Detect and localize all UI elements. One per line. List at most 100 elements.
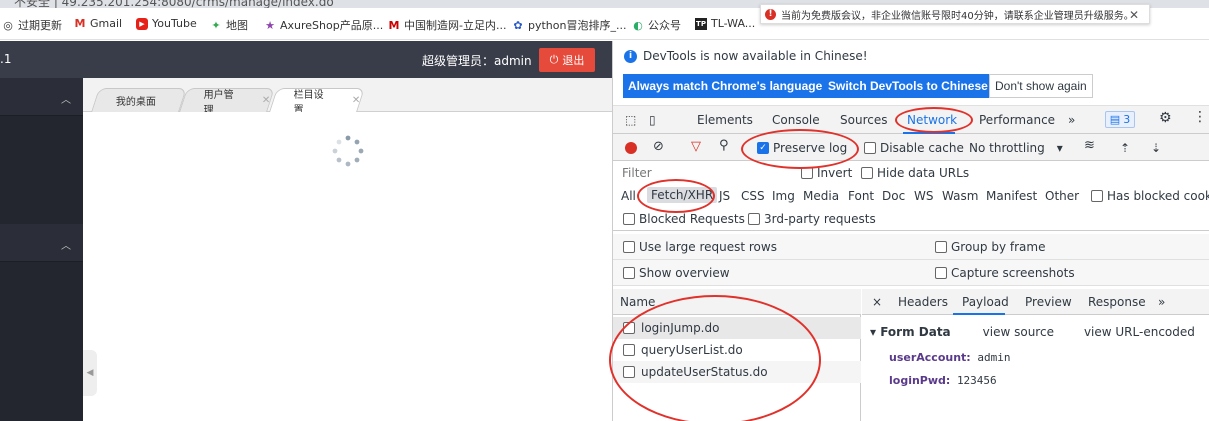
bookmark-item[interactable]: M Gmail <box>74 17 123 30</box>
field-value: 123456 <box>956 374 997 387</box>
tab-elements[interactable]: Elements <box>697 113 753 127</box>
has-blocked-cookies-checkbox[interactable]: Has blocked cooki <box>1091 189 1209 203</box>
export-har-icon[interactable]: ⇣ <box>1151 141 1161 155</box>
logout-label: 退出 <box>562 55 585 67</box>
sidebar-collapse-handle[interactable]: ◀ <box>83 350 97 396</box>
capture-screenshots-checkbox[interactable]: Capture screenshots <box>935 266 1075 280</box>
switch-chinese-button[interactable]: Switch DevTools to Chinese <box>823 74 993 98</box>
field-key: loginPwd: <box>889 374 951 387</box>
document-icon <box>623 366 635 378</box>
group-by-frame-label: Group by frame <box>951 240 1046 254</box>
show-overview-checkbox[interactable]: Show overview <box>623 266 730 280</box>
sidebar-menu-group[interactable]: ︿ <box>0 78 83 116</box>
name-column-header[interactable]: Name <box>613 289 861 315</box>
tab-headers[interactable]: Headers <box>898 295 948 309</box>
search-icon[interactable]: ⚲ <box>719 138 729 153</box>
inspect-icon[interactable]: ⬚ <box>625 113 636 127</box>
bookmark-label: Gmail <box>90 17 123 30</box>
type-img[interactable]: Img <box>772 189 795 203</box>
tab-desktop[interactable]: 我的桌面 <box>91 88 187 112</box>
close-icon[interactable]: ✕ <box>1129 8 1139 22</box>
bookmark-item[interactable]: ✦ 地图 <box>210 17 248 33</box>
sidebar-menu-group[interactable]: ︿ <box>0 224 83 262</box>
bookmark-item[interactable]: ◐ 公众号 <box>632 17 681 33</box>
tab-user-management[interactable]: 用户管理 ✕ <box>179 88 275 116</box>
type-all[interactable]: All <box>621 189 636 203</box>
view-source-link[interactable]: view source <box>983 325 1054 339</box>
import-har-icon[interactable]: ⇡ <box>1120 141 1130 155</box>
tplink-icon: TP <box>695 17 707 30</box>
group-by-frame-checkbox[interactable]: Group by frame <box>935 240 1045 254</box>
url-text: 不安全 | 49.235.201.254:8080/crms/manage/in… <box>14 0 334 8</box>
bookmark-label: TL-WA... <box>711 17 756 30</box>
content-area <box>83 112 612 421</box>
disable-cache-checkbox[interactable]: Disable cache <box>864 141 964 155</box>
large-rows-checkbox[interactable]: Use large request rows <box>623 240 777 254</box>
devtools-language-infobar: i DevTools is now available in Chinese! … <box>613 41 1209 106</box>
logout-button[interactable]: ⏻ 退出 <box>539 48 595 72</box>
network-conditions-icon[interactable]: ≋ <box>1084 138 1095 153</box>
throttling-value: No throttling <box>969 141 1045 155</box>
type-manifest[interactable]: Manifest <box>986 189 1037 203</box>
close-icon[interactable]: ✕ <box>351 95 359 106</box>
bookmark-item[interactable]: ✿ python冒泡排序_... <box>512 17 626 33</box>
youtube-icon: ▶ <box>136 17 148 30</box>
blocked-requests-checkbox[interactable]: Blocked Requests <box>623 212 745 226</box>
tab-response[interactable]: Response <box>1088 295 1146 309</box>
filter-row: Filter Invert Hide data URLs <box>613 161 1209 185</box>
device-toggle-icon[interactable]: ▯ <box>649 113 656 127</box>
hide-data-urls-checkbox[interactable]: Hide data URLs <box>861 166 969 180</box>
warning-icon: ! <box>765 8 776 20</box>
type-font[interactable]: Font <box>848 189 874 203</box>
settings-gear-icon[interactable]: ⚙ <box>1159 110 1172 126</box>
tab-network[interactable]: Network <box>907 113 957 127</box>
filter-input[interactable]: Filter <box>622 166 652 180</box>
request-row[interactable]: updateUserStatus.do <box>613 361 861 383</box>
record-icon[interactable] <box>625 142 637 154</box>
kebab-menu-icon[interactable]: ⋮ <box>1193 109 1207 125</box>
type-fetch-xhr[interactable]: Fetch/XHR <box>647 187 718 203</box>
bookmark-item[interactable]: ▶ YouTube <box>136 17 197 30</box>
form-data-title[interactable]: ▾ Form Data <box>870 325 951 339</box>
type-other[interactable]: Other <box>1045 189 1079 203</box>
throttling-select[interactable]: No throttling ▾ <box>969 141 1063 155</box>
page-tabbar: 我的桌面 用户管理 ✕ 栏目设置 ✕ <box>83 78 612 116</box>
more-tabs-icon[interactable]: » <box>1158 295 1165 309</box>
request-row[interactable]: queryUserList.do <box>613 339 861 361</box>
bookmark-item[interactable]: TP TL-WA... <box>695 17 755 30</box>
invert-checkbox[interactable]: Invert <box>801 166 852 180</box>
disable-cache-label: Disable cache <box>880 141 964 155</box>
more-tabs-icon[interactable]: » <box>1068 113 1075 127</box>
type-css[interactable]: CSS <box>741 189 765 203</box>
type-wasm[interactable]: Wasm <box>942 189 978 203</box>
issues-badge[interactable]: ▤ 3 <box>1105 111 1135 128</box>
close-detail-icon[interactable]: × <box>872 295 882 309</box>
bookmark-item[interactable]: M 中国制造网-立足内... <box>388 17 507 33</box>
network-toolbar: ⊘ ▽ ⚲ ✓ Preserve log Disable cache No th… <box>613 134 1209 161</box>
dont-show-again-button[interactable]: Don't show again <box>989 74 1093 98</box>
view-url-encoded-link[interactable]: view URL-encoded <box>1084 325 1195 339</box>
bookmark-label: 中国制造网-立足内... <box>404 19 507 32</box>
tab-payload[interactable]: Payload <box>962 295 1009 309</box>
tab-column-settings[interactable]: 栏目设置 ✕ <box>269 88 365 116</box>
type-ws[interactable]: WS <box>914 189 933 203</box>
preserve-log-checkbox[interactable]: ✓ Preserve log <box>757 141 847 155</box>
made-in-china-icon: M <box>388 18 400 32</box>
filter-icon[interactable]: ▽ <box>691 139 701 154</box>
close-icon[interactable]: ✕ <box>261 95 269 106</box>
third-party-checkbox[interactable]: 3rd-party requests <box>748 212 876 226</box>
clear-icon[interactable]: ⊘ <box>653 139 664 154</box>
match-language-button[interactable]: Always match Chrome's language <box>623 74 828 98</box>
bookmark-item[interactable]: ★ AxureShop产品原... <box>264 17 383 33</box>
request-list: Name loginJump.do queryUserList.do updat… <box>613 289 861 421</box>
tab-sources[interactable]: Sources <box>840 113 887 127</box>
type-doc[interactable]: Doc <box>882 189 905 203</box>
type-js[interactable]: JS <box>719 189 730 203</box>
settings-row: Show overview Capture screenshots <box>613 260 1209 286</box>
tab-preview[interactable]: Preview <box>1025 295 1072 309</box>
bookmark-item[interactable]: ◎ 过期更新 <box>2 17 62 33</box>
tab-console[interactable]: Console <box>772 113 820 127</box>
type-media[interactable]: Media <box>803 189 839 203</box>
request-row[interactable]: loginJump.do <box>613 317 861 339</box>
tab-performance[interactable]: Performance <box>979 113 1055 127</box>
